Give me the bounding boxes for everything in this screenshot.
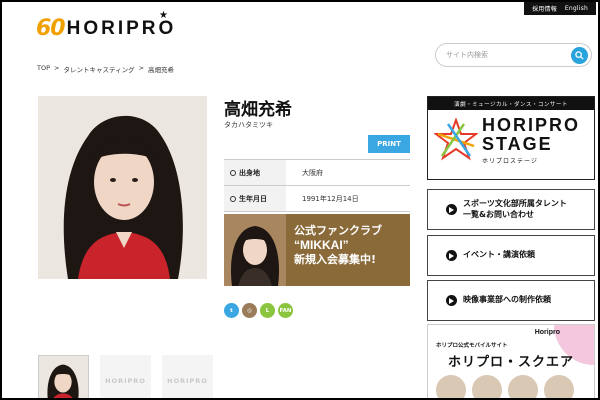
top-utility-bar: 採用情報 English	[524, 2, 596, 15]
square-title: ホリプロ・スクエア	[448, 355, 575, 370]
twitter-icon[interactable]: t	[224, 303, 239, 318]
breadcrumb-separator: >	[54, 64, 60, 72]
talent-name: 高畑充希	[224, 100, 292, 120]
nav-link-label: 一覧&お問い合わせ	[463, 209, 534, 219]
sports-culture-link[interactable]: スポーツ文化部所属タレント 一覧&お問い合わせ	[427, 189, 595, 230]
breadcrumb: TOP > タレントキャスティング > 高畑充希	[37, 64, 174, 74]
site-search[interactable]: サイト内検索	[435, 43, 592, 67]
nav-link-label: イベント・講演依頼	[463, 250, 535, 260]
events-link[interactable]: イベント・講演依頼	[427, 235, 595, 276]
stage-banner-line3: ホリプロステージ	[482, 157, 538, 165]
avatar	[472, 375, 502, 398]
thumbnail-placeholder[interactable]: HORIPRO	[162, 355, 213, 398]
instagram-icon[interactable]: ◎	[242, 303, 257, 318]
avatar	[508, 375, 538, 398]
bullet-circle-icon	[230, 169, 236, 176]
star-icon: ★	[159, 10, 168, 21]
horipro-square-banner[interactable]: Horipro ホリプロ公式モバイルサイト ホリプロ・スクエア	[427, 324, 595, 398]
recruit-link[interactable]: 採用情報	[532, 4, 557, 13]
profile-value: 1991年12月14日	[302, 194, 359, 203]
arrow-right-icon	[446, 250, 457, 261]
stage-banner-line1: HORIPRO	[482, 115, 581, 135]
profile-label: 出身地	[239, 168, 260, 177]
search-input[interactable]: サイト内検索	[446, 50, 571, 60]
horipro-stage-banner[interactable]: 演劇・ミュージカル・ダンス・コンサート HORIPRO STAGE ホリプロステ…	[427, 96, 595, 180]
print-button[interactable]: PRINT	[368, 135, 410, 153]
square-faces	[436, 375, 574, 398]
fanclub-line2: “MIKKAI”	[294, 237, 349, 252]
logo-number: 60	[36, 16, 66, 41]
horipro-60th-logo[interactable]: 60 HORIPRO ★	[36, 10, 176, 41]
social-icons: t ◎ L FAN	[224, 303, 293, 318]
breadcrumb-current: 高畑充希	[148, 66, 175, 74]
talent-name-kana: タカハタミツキ	[224, 121, 273, 129]
avatar	[544, 375, 574, 398]
nav-link-label: 映像事業部への制作依頼	[463, 295, 551, 305]
breadcrumb-talent-casting[interactable]: タレントキャスティング	[63, 64, 134, 74]
fanclub-line3: 新規入会募集中!	[294, 252, 377, 266]
profile-table: 出身地 大阪府 生年月日 1991年12月14日	[224, 159, 410, 212]
fan-icon[interactable]: FAN	[278, 303, 293, 318]
avatar	[436, 375, 466, 398]
fanclub-line1: 公式ファンクラブ	[294, 224, 382, 237]
arrow-right-icon	[446, 295, 457, 306]
profile-row-birthplace: 出身地 大阪府	[224, 160, 410, 186]
stage-banner-line2: STAGE	[482, 133, 553, 154]
thumbnail-photo[interactable]	[38, 355, 89, 398]
profile-value: 大阪府	[302, 168, 323, 177]
thumbnail-placeholder[interactable]: HORIPRO	[100, 355, 151, 398]
stage-banner-header: 演劇・ミュージカル・ダンス・コンサート	[428, 97, 594, 110]
arrow-right-icon	[446, 204, 457, 215]
profile-row-birthday: 生年月日 1991年12月14日	[224, 186, 410, 212]
english-link[interactable]: English	[565, 5, 588, 12]
fanclub-banner[interactable]: 公式ファンクラブ “MIKKAI” 新規入会募集中!	[224, 214, 410, 286]
line-icon[interactable]: L	[260, 303, 275, 318]
profile-label: 生年月日	[239, 194, 267, 203]
page-frame: 採用情報 English 60 HORIPRO ★ サイト内検索 TOP > タ…	[0, 0, 600, 400]
video-production-link[interactable]: 映像事業部への制作依頼	[427, 280, 595, 321]
search-button[interactable]	[571, 46, 588, 64]
bullet-circle-icon	[230, 195, 236, 202]
square-subtitle: ホリプロ公式モバイルサイト	[436, 343, 508, 349]
breadcrumb-top[interactable]: TOP	[37, 64, 50, 74]
breadcrumb-separator: >	[138, 64, 145, 72]
square-brand: Horipro	[534, 329, 560, 336]
nav-link-label: スポーツ文化部所属タレント	[463, 198, 567, 208]
stage-star-logo-icon	[434, 118, 478, 161]
photo-thumbnails: HORIPRO HORIPRO	[38, 355, 213, 398]
search-icon	[575, 50, 584, 60]
fanclub-banner-photo	[224, 214, 286, 286]
talent-portrait-photo	[38, 96, 207, 279]
